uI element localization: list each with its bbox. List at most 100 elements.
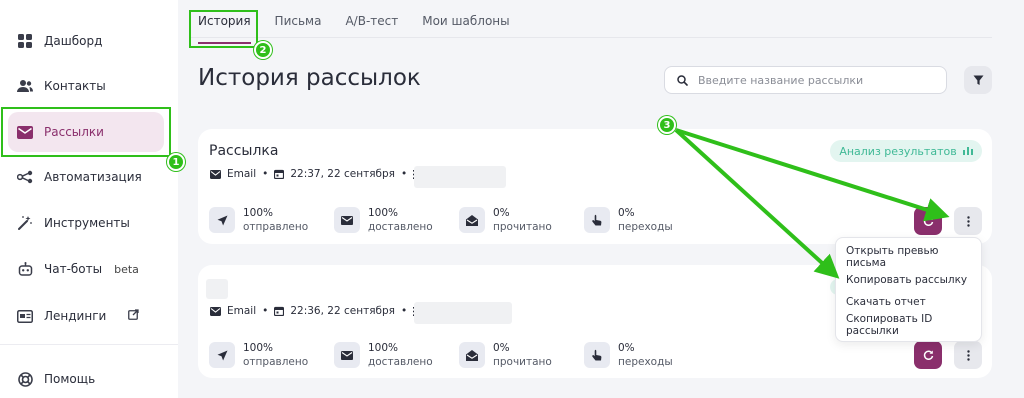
step-badge-3: 3 — [658, 116, 676, 134]
stat-value: 100% — [243, 207, 274, 219]
sidebar-item-label: Контакты — [44, 79, 106, 93]
stat-label: отправлено — [243, 221, 309, 233]
filter-icon — [973, 71, 984, 90]
pointer-hand-icon — [584, 207, 610, 233]
sidebar-item-dashboard[interactable]: Дашборд — [8, 21, 164, 61]
stat-label: доставлено — [368, 356, 433, 368]
more-actions-button[interactable] — [954, 341, 982, 369]
stat-clicks: 0% переходы — [584, 206, 673, 234]
mailing-title[interactable]: Рассылка — [209, 143, 278, 159]
more-vertical-icon — [966, 346, 970, 365]
stat-read: 0% прочитано — [459, 341, 552, 369]
bar-chart-icon — [962, 145, 973, 158]
separator-dot: • — [262, 305, 269, 317]
menu-item-copy-id[interactable]: Скопировать ID рассылки — [836, 313, 981, 337]
mailing-datetime: 22:37, 22 сентября — [290, 168, 395, 180]
sidebar-item-label: Дашборд — [44, 34, 103, 48]
search-placeholder: Введите название рассылки — [698, 73, 864, 87]
channel-label: Email — [227, 305, 257, 317]
redacted-list-name — [414, 302, 512, 324]
help-icon — [17, 371, 33, 387]
stat-label: прочитано — [493, 356, 552, 368]
calendar-icon — [274, 169, 285, 179]
tab-ab-test[interactable]: A/B-тест — [345, 8, 398, 38]
menu-item-download-report[interactable]: Скачать отчет — [836, 291, 981, 314]
stat-value: 0% — [618, 207, 635, 219]
menu-item-copy-mailing[interactable]: Копировать рассылку — [836, 269, 981, 292]
stat-read: 0% прочитано — [459, 206, 552, 234]
search-input[interactable]: Введите название рассылки — [664, 66, 947, 94]
beta-badge: beta — [114, 262, 139, 276]
redacted-list-name — [414, 166, 506, 188]
mailing-meta: Email • 22:37, 22 сентября • — [210, 168, 429, 180]
stat-sent: 100% отправлено — [209, 206, 308, 234]
envelope-icon — [210, 169, 221, 179]
sidebar-item-tools[interactable]: Инструменты — [8, 203, 164, 243]
stat-label: переходы — [618, 356, 673, 368]
open-envelope-icon — [459, 342, 485, 368]
highlight-box-tab — [189, 10, 258, 48]
sidebar-item-label: Автоматизация — [44, 170, 142, 184]
tab-letters[interactable]: Письма — [275, 8, 322, 38]
sidebar-item-label: Чат-боты — [44, 262, 103, 276]
magic-wand-icon — [17, 215, 33, 231]
refresh-icon — [923, 346, 934, 365]
send-icon — [209, 342, 235, 368]
repeat-mailing-button[interactable] — [914, 341, 942, 369]
separator-dot: • — [400, 168, 408, 180]
bot-icon — [17, 261, 33, 277]
filter-button[interactable] — [964, 66, 992, 94]
stat-value: 100% — [243, 342, 274, 354]
sidebar-item-label: Помощь — [44, 372, 96, 386]
stat-delivered: 100% доставлено — [334, 341, 433, 369]
analysis-label: Анализ результатов — [839, 144, 957, 158]
stat-label: переходы — [618, 221, 673, 233]
stat-value: 0% — [493, 207, 510, 219]
users-icon — [17, 78, 33, 94]
tab-my-templates[interactable]: Мои шаблоны — [422, 8, 509, 38]
external-link-icon[interactable] — [128, 309, 139, 323]
stat-label: доставлено — [368, 221, 433, 233]
step-badge-2: 2 — [254, 41, 272, 59]
sidebar-item-landings[interactable]: Лендинги — [8, 296, 164, 336]
menu-item-open-preview[interactable]: Открыть превью письма — [836, 245, 981, 269]
stat-value: 0% — [493, 342, 510, 354]
stat-label: отправлено — [243, 356, 309, 368]
stat-delivered: 100% доставлено — [334, 206, 433, 234]
analysis-results-button[interactable]: Анализ результатов — [830, 140, 982, 162]
channel-label: Email — [227, 168, 257, 180]
redacted-title — [206, 279, 228, 299]
separator-dot: • — [400, 305, 408, 317]
send-icon — [209, 207, 235, 233]
automation-icon — [17, 169, 33, 185]
sidebar-item-help[interactable]: Помощь — [8, 359, 164, 398]
mailing-datetime: 22:36, 22 сентября — [290, 305, 395, 317]
refresh-icon — [923, 212, 934, 231]
stat-clicks: 0% переходы — [584, 341, 673, 369]
stat-sent: 100% отправлено — [209, 341, 308, 369]
envelope-icon — [210, 306, 221, 316]
more-actions-button[interactable] — [954, 207, 982, 235]
step-badge-1: 1 — [167, 153, 185, 171]
open-envelope-icon — [459, 207, 485, 233]
tabs-divider — [190, 37, 992, 38]
sidebar-item-chatbots[interactable]: Чат-боты beta — [8, 249, 164, 289]
mailing-card: Рассылка Анализ результатов Email • 22:3… — [198, 129, 992, 244]
actions-dropdown: Открыть превью письма Копировать рассылк… — [835, 237, 982, 342]
landing-icon — [17, 308, 33, 324]
separator-dot: • — [262, 168, 269, 180]
stat-label: прочитано — [493, 221, 552, 233]
stat-value: 100% — [368, 207, 399, 219]
pointer-hand-icon — [584, 342, 610, 368]
repeat-mailing-button[interactable] — [914, 207, 942, 235]
sidebar-item-contacts[interactable]: Контакты — [8, 66, 164, 106]
grid-icon — [17, 33, 33, 49]
page-title: История рассылок — [198, 65, 421, 91]
sidebar: Дашборд Контакты Рассылки Автоматизация … — [0, 0, 178, 398]
search-icon — [677, 74, 688, 86]
stat-value: 0% — [618, 342, 635, 354]
calendar-icon — [274, 306, 285, 316]
mailing-meta: Email • 22:36, 22 сентября • — [210, 305, 429, 317]
highlight-box-sidebar — [1, 107, 171, 157]
sidebar-item-automation[interactable]: Автоматизация — [8, 157, 164, 197]
